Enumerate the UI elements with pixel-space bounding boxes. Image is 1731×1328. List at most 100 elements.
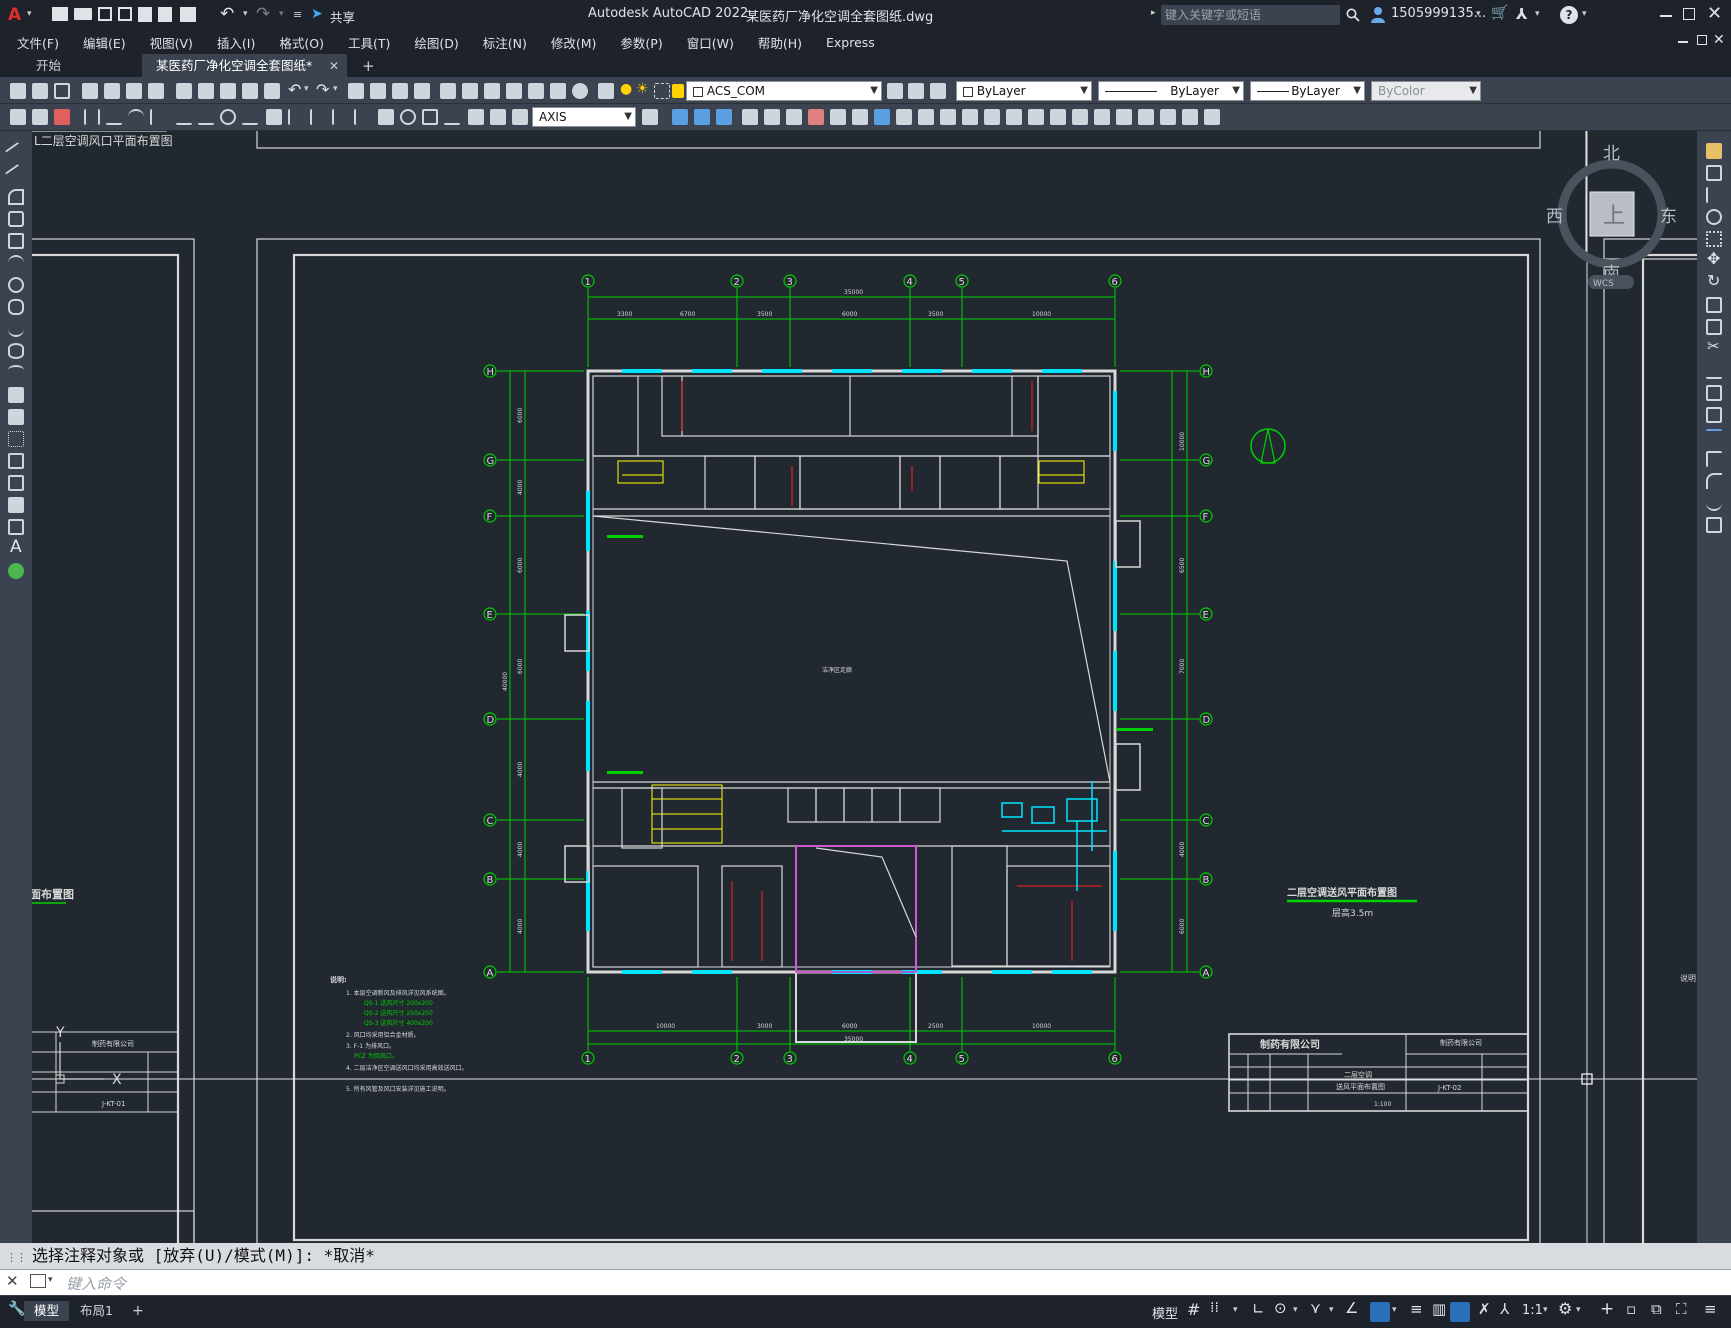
command-input[interactable]: 键入命令 <box>66 1273 126 1294</box>
save-icon[interactable] <box>98 7 112 21</box>
layer-freeze-icon[interactable]: ☀ <box>636 81 649 97</box>
3d-wedge-icon[interactable] <box>694 109 710 125</box>
jogged-dimension-icon[interactable] <box>198 109 214 125</box>
layer-state-icon[interactable] <box>930 83 946 99</box>
layer-viewport-icon[interactable] <box>654 83 670 99</box>
dimstyle-dropdown[interactable]: AXIS ▼ <box>532 107 636 127</box>
region-icon[interactable] <box>8 497 24 513</box>
menu-edit[interactable]: 编辑(E) <box>71 33 138 52</box>
minimize-icon[interactable] <box>1660 15 1672 17</box>
redo-icon-tb[interactable]: ↷ <box>316 80 329 99</box>
publish-icon[interactable] <box>126 83 142 99</box>
table-icon[interactable] <box>8 519 24 535</box>
menu-dimension[interactable]: 标注(N) <box>471 33 539 52</box>
layer-on-icon[interactable]: ● <box>620 81 632 97</box>
user-icon[interactable] <box>1370 6 1386 23</box>
layer-dropdown[interactable]: ACS_COM ▼ <box>686 81 882 101</box>
user-name[interactable]: 1505999135... <box>1391 6 1486 21</box>
extract-edges-icon[interactable] <box>1182 109 1198 125</box>
dimension-edit-icon[interactable] <box>468 109 484 125</box>
scale-dropdown-icon[interactable]: ▾ <box>1543 1305 1548 1315</box>
continue-dimension-icon[interactable] <box>310 109 326 125</box>
layout1-tab[interactable]: 布局1 <box>70 1301 123 1321</box>
polar-tracking-icon[interactable]: ⊙ <box>1274 1299 1287 1317</box>
tool-palettes-icon[interactable] <box>484 83 500 99</box>
sweep-icon[interactable] <box>852 109 868 125</box>
layer-lock-icon[interactable] <box>672 84 684 98</box>
extrude-icon[interactable] <box>808 109 824 125</box>
ellipse-icon[interactable] <box>8 343 24 359</box>
save-as-icon[interactable] <box>118 7 132 21</box>
array-icon[interactable] <box>1706 231 1722 247</box>
point-icon[interactable] <box>8 431 24 447</box>
block-icon[interactable] <box>32 109 48 125</box>
drawing-canvas[interactable]: L二层空调风口平面布置图 面布置图 制药有限公司 J-KT-01 说明 1 1 … <box>32 131 1697 1243</box>
viewcube[interactable]: 上 北 南 东 西 WCS <box>1546 144 1677 289</box>
paste-icon[interactable] <box>220 83 236 99</box>
aligned-dimension-icon[interactable] <box>106 109 122 125</box>
app-menu-dropdown-icon[interactable]: ▾ <box>27 9 32 19</box>
share-label[interactable]: 共享 <box>330 7 355 26</box>
dimension-update-icon[interactable] <box>512 109 528 125</box>
object-snap-tracking-icon[interactable]: ∠ <box>1345 1299 1358 1317</box>
radius-dimension-icon[interactable] <box>176 109 192 125</box>
union-icon[interactable] <box>896 109 912 125</box>
clean-screen-icon[interactable]: ⛶ <box>1676 1300 1687 1318</box>
grip-icon[interactable]: ⋮⋮ <box>6 1245 27 1271</box>
rotate-3d-icon[interactable] <box>764 109 780 125</box>
zoom-realtime-icon[interactable] <box>370 83 386 99</box>
fillet-icon[interactable] <box>1706 473 1722 489</box>
construction-line-icon[interactable] <box>4 163 28 187</box>
dimension-text-edit-icon[interactable] <box>490 109 506 125</box>
sheet-set-icon[interactable] <box>506 83 522 99</box>
flatshot-icon[interactable] <box>1028 109 1044 125</box>
user-dropdown-icon[interactable]: ▾ <box>1476 9 1481 19</box>
redo-list-icon[interactable]: ▾ <box>333 84 338 94</box>
markup-icon[interactable] <box>528 83 544 99</box>
arc-length-icon[interactable] <box>128 109 144 125</box>
viewcube-north[interactable]: 北 <box>1603 144 1620 164</box>
ellipse-arc-icon[interactable] <box>8 365 24 381</box>
linear-dimension-icon[interactable] <box>84 109 100 125</box>
menu-parametric[interactable]: 参数(P) <box>608 33 674 52</box>
new-tab-button[interactable]: + <box>348 54 389 78</box>
new-file-icon[interactable] <box>52 7 68 21</box>
move-3d-icon[interactable] <box>742 109 758 125</box>
plot-icon-tb[interactable] <box>82 83 98 99</box>
help-dropdown-icon[interactable]: ▾ <box>1582 9 1587 19</box>
viewcube-west[interactable]: 西 <box>1546 207 1563 227</box>
menu-help[interactable]: 帮助(H) <box>746 33 814 52</box>
scale-icon[interactable] <box>1706 297 1722 313</box>
rectangle-icon[interactable] <box>8 233 24 249</box>
autodesk-a360-icon[interactable]: ⅄ <box>1516 5 1527 23</box>
dimension-break-icon[interactable] <box>354 109 370 125</box>
doc-minimize-icon[interactable] <box>1678 41 1688 43</box>
insert-block-icon[interactable] <box>8 387 24 403</box>
annotation-scale-icon[interactable]: ⅄ <box>1500 1300 1509 1318</box>
autocad-logo-icon[interactable]: A <box>8 5 21 25</box>
arc-icon[interactable] <box>8 255 24 271</box>
annotation-monitor-icon[interactable]: + <box>1600 1299 1614 1319</box>
menu-format[interactable]: 格式(O) <box>267 33 336 52</box>
doc-restore-icon[interactable] <box>1697 35 1707 45</box>
make-block-icon[interactable] <box>8 409 24 425</box>
cut-icon[interactable] <box>176 83 192 99</box>
model-space-button[interactable]: 模型 <box>1152 1303 1178 1322</box>
inspection-icon[interactable] <box>422 109 438 125</box>
tolerance-icon[interactable] <box>378 109 394 125</box>
isodraft-dropdown-icon[interactable]: ▾ <box>1329 1305 1334 1315</box>
command-prompt-icon[interactable] <box>30 1274 46 1288</box>
menu-view[interactable]: 视图(V) <box>138 33 205 52</box>
help-icon[interactable]: ? <box>1560 6 1578 24</box>
trim-icon[interactable]: ✂ <box>1707 337 1720 355</box>
plotstyle-dropdown[interactable]: ByColor ▼ <box>1371 81 1481 101</box>
ordinate-dimension-icon[interactable] <box>150 109 166 125</box>
polyline-icon[interactable] <box>8 189 24 205</box>
transparency-icon[interactable]: ▥ <box>1432 1300 1446 1318</box>
mtext-icon[interactable]: A <box>10 537 22 557</box>
linetype-dropdown[interactable]: ByLayer ▼ <box>1098 81 1244 101</box>
slice-icon[interactable] <box>962 109 978 125</box>
search-expand-icon[interactable]: ▸ <box>1151 8 1156 18</box>
center-mark-icon[interactable] <box>400 109 416 125</box>
rotate-icon[interactable]: ↻ <box>1707 271 1720 290</box>
